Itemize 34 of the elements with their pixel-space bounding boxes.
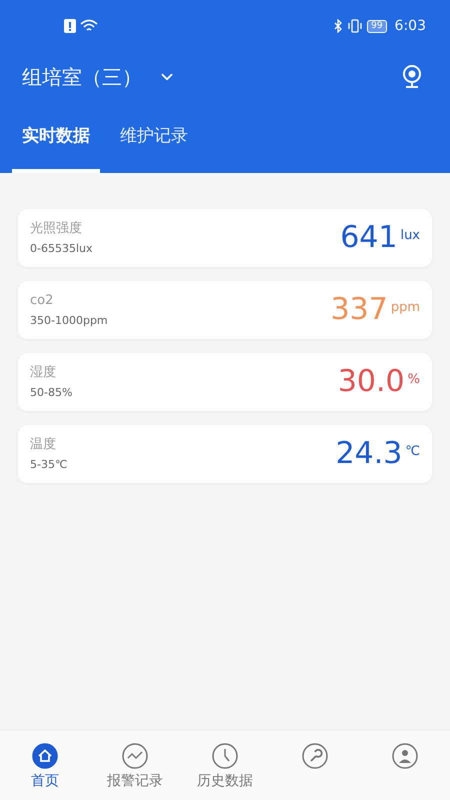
status-time: 6:03: [394, 16, 426, 36]
reading-range: 0-65535lux: [30, 240, 92, 256]
vibrate-icon: [347, 19, 364, 33]
reading-range: 350-1000ppm: [30, 312, 108, 328]
person-icon: [392, 743, 418, 769]
nav-item[interactable]: 报警记录: [95, 743, 175, 792]
reading-name: co2: [30, 292, 54, 310]
reading-name: 温度: [30, 436, 57, 454]
tab[interactable]: 实时数据: [12, 102, 100, 173]
reading-name: 湿度: [30, 364, 57, 382]
reading-value: 337: [330, 295, 388, 325]
reading-unit: lux: [400, 227, 420, 245]
camera-icon[interactable]: [402, 65, 422, 89]
bluetooth-icon: [333, 19, 344, 33]
reading-unit: ℃: [405, 443, 420, 461]
trend-icon: [122, 743, 148, 769]
alert-icon: [64, 19, 76, 33]
wifi-icon: [80, 19, 98, 33]
reading-range: 50-85%: [30, 384, 72, 400]
nav-item[interactable]: 历史数据: [185, 743, 265, 792]
reading-range: 5-35℃: [30, 456, 68, 472]
nav-item[interactable]: 首页: [5, 743, 85, 792]
tab[interactable]: 维护记录: [110, 102, 198, 173]
wrench-icon: [302, 743, 328, 769]
reading-value: 641: [340, 223, 398, 253]
reading-value: 30.0: [338, 367, 405, 397]
reading-value: 24.3: [336, 439, 402, 469]
reading-name: 光照强度: [30, 220, 83, 238]
home-icon: [32, 743, 58, 769]
reading-unit: ppm: [390, 299, 420, 317]
reading-unit: %: [408, 371, 420, 389]
battery-level: 99: [367, 20, 387, 32]
room-title: 组培室（三）: [22, 64, 142, 91]
clock-icon: [212, 743, 238, 769]
